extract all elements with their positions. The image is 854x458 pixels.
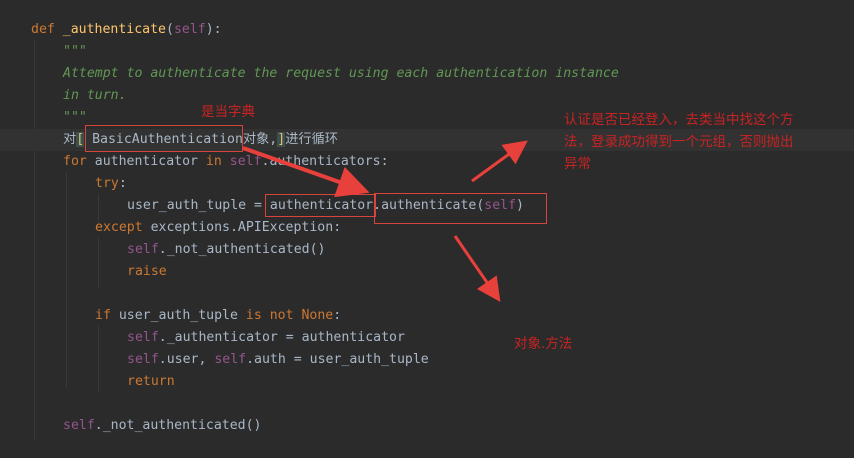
arrow-to-object-method: [453, 235, 501, 302]
annotation-arrows: [242, 140, 528, 302]
arrow-to-explanation: [471, 140, 528, 183]
arrow-to-authenticator: [242, 146, 370, 198]
